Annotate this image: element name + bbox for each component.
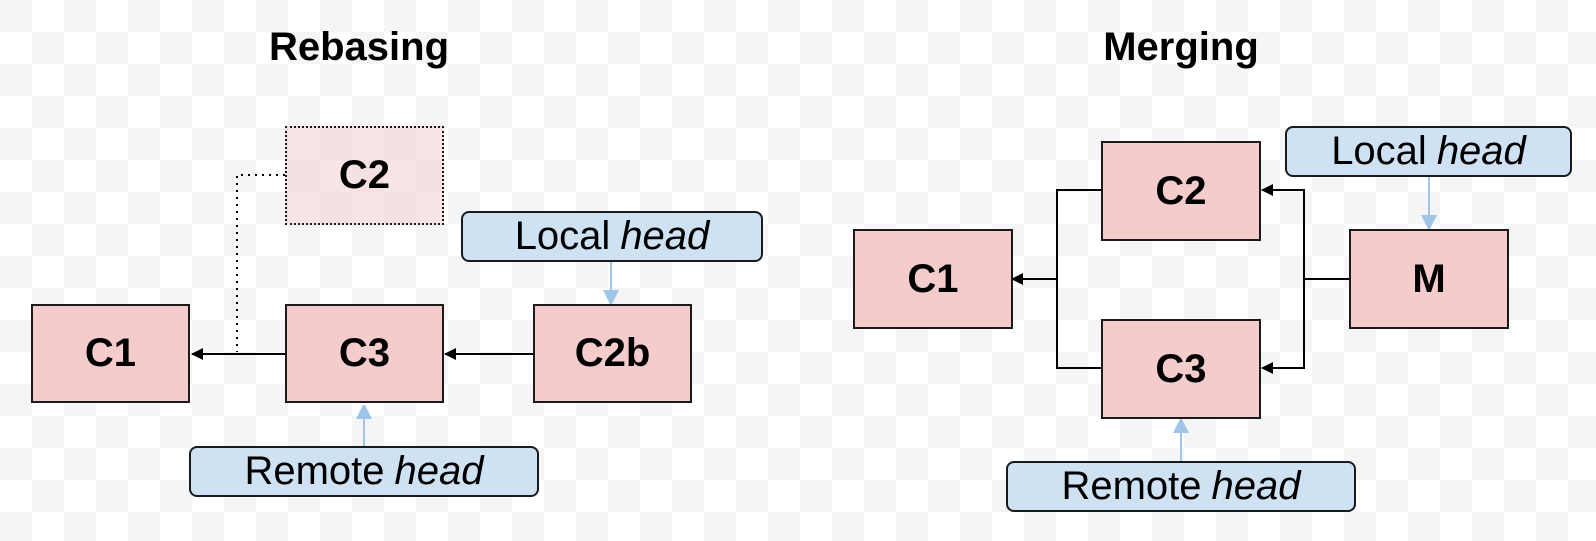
ref-emphasis: head <box>394 449 484 493</box>
commit-c3: C3 <box>285 304 444 403</box>
commit-c2b: C2b <box>533 304 692 403</box>
commit-c2-original: C2 <box>285 126 444 225</box>
commit-c2: C2 <box>1101 141 1261 241</box>
ref-label: Remote <box>244 449 385 493</box>
edge-m-to-c3 <box>1261 279 1305 374</box>
remote-head-ref: Remote head <box>1006 461 1356 512</box>
commit-c1: C1 <box>31 304 190 403</box>
edge-m-to-c2 <box>1261 184 1349 280</box>
edge-c2-to-c1 <box>1011 189 1102 285</box>
ref-emphasis: head <box>620 214 710 258</box>
edge-c3-to-c1 <box>1056 279 1102 369</box>
commit-m: M <box>1349 229 1509 329</box>
commit-c3: C3 <box>1101 319 1261 419</box>
local-head-ref: Local head <box>1285 126 1572 177</box>
commit-c1: C1 <box>853 229 1013 329</box>
rebasing-title: Rebasing <box>268 25 450 69</box>
ref-emphasis: head <box>1211 464 1301 508</box>
ref-label: Local <box>514 214 611 258</box>
ref-emphasis: head <box>1436 129 1526 173</box>
edge-c2-to-c1-dotted <box>236 174 285 352</box>
local-head-ref: Local head <box>461 211 763 262</box>
merging-title: Merging <box>1103 25 1259 69</box>
ref-label: Remote <box>1061 464 1202 508</box>
ref-label: Local <box>1331 129 1427 173</box>
remote-head-ref: Remote head <box>189 446 539 497</box>
